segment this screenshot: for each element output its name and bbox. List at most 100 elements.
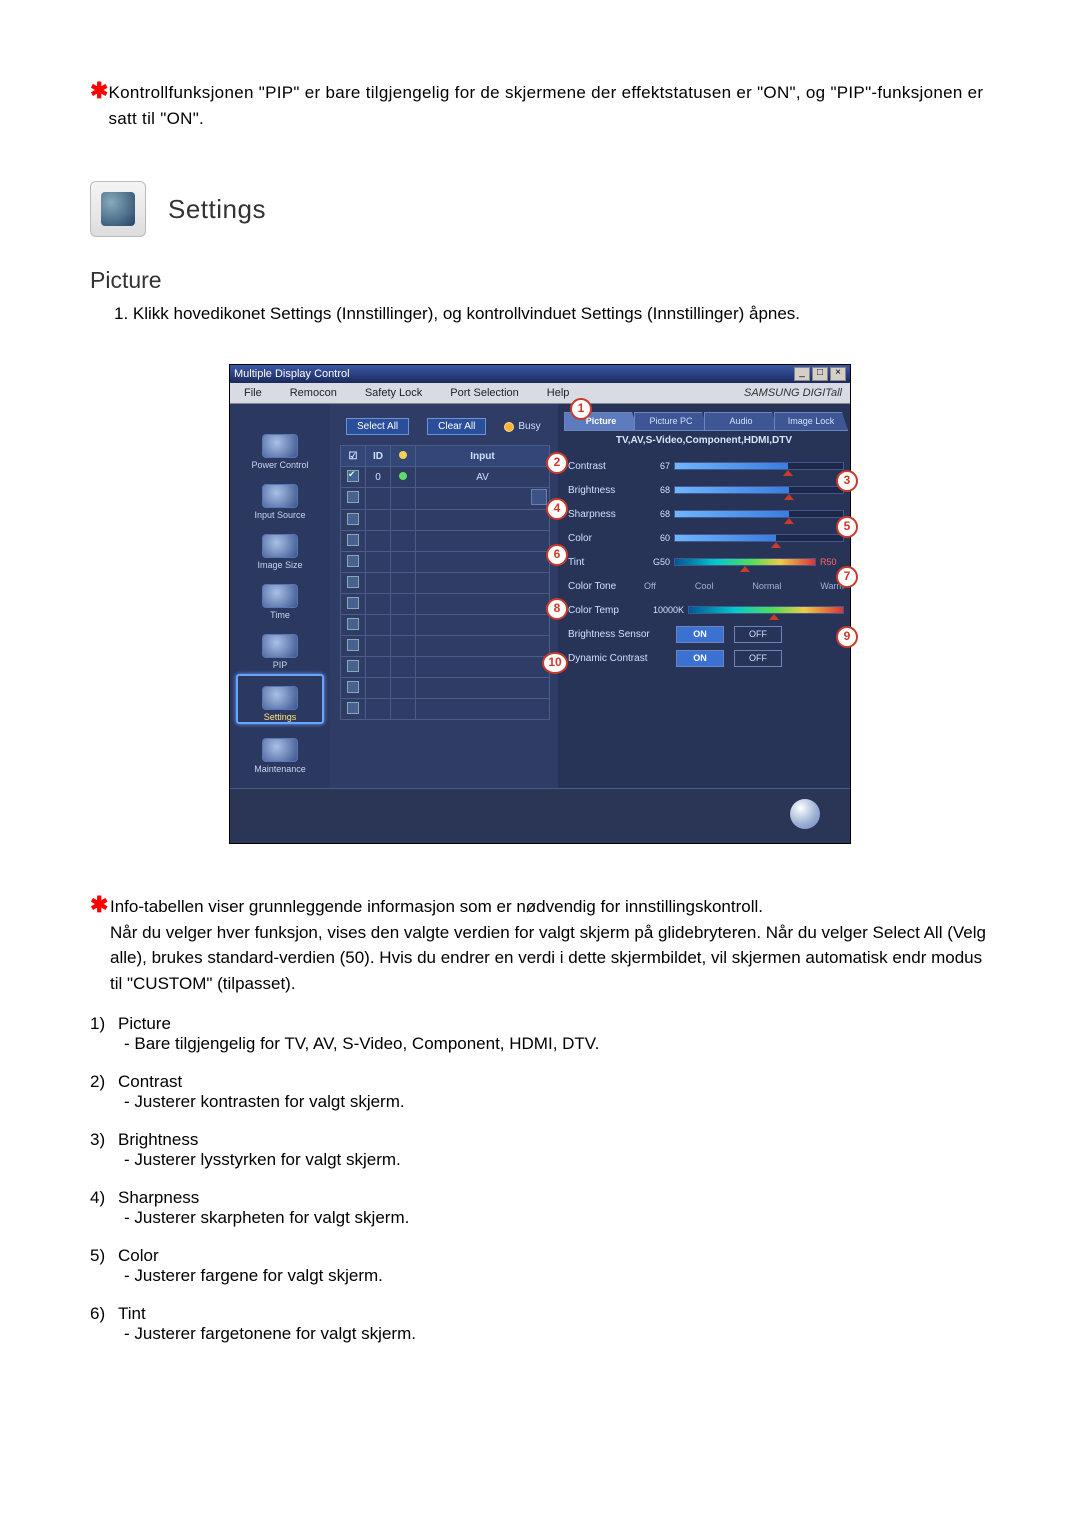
brightsensor-off[interactable]: OFF (734, 626, 782, 643)
tab-image-lock[interactable]: Image Lock (774, 412, 848, 431)
settings-icon (262, 686, 298, 710)
nav-input-source[interactable]: Input Source (238, 474, 322, 520)
menu-remocon[interactable]: Remocon (276, 387, 351, 399)
definitions-list: 1)Picture- Bare tilgjengelig for TV, AV,… (90, 1014, 990, 1344)
callout-1: 1 (570, 398, 592, 420)
clear-all-button[interactable]: Clear All (427, 418, 486, 435)
row-contrast: Contrast 67 (564, 454, 844, 478)
subsection-title: Picture (90, 267, 990, 294)
tint-slider[interactable] (674, 558, 816, 566)
def-item: 4)Sharpness- Justerer skarpheten for val… (90, 1188, 990, 1228)
menu-bar: File Remocon Safety Lock Port Selection … (230, 383, 850, 404)
left-nav: Power Control Input Source Image Size Ti… (230, 404, 330, 788)
section-header: Settings (90, 181, 990, 237)
nav-maintenance[interactable]: Maintenance (238, 728, 322, 774)
maximize-icon[interactable]: □ (812, 367, 828, 381)
brightsensor-on[interactable]: ON (676, 626, 724, 643)
row-brightness: Brightness 68 (564, 478, 844, 502)
section-title: Settings (168, 194, 266, 225)
colortone-off[interactable]: Off (644, 581, 656, 591)
colortone-normal[interactable]: Normal (752, 581, 781, 591)
nav-image-size[interactable]: Image Size (238, 524, 322, 570)
col-id: ID (366, 446, 391, 467)
row-color: Color 60 (564, 526, 844, 550)
info-orb-icon (790, 799, 820, 829)
menu-port-selection[interactable]: Port Selection (436, 387, 532, 399)
pip-icon (262, 634, 298, 658)
row-id: 0 (366, 467, 391, 488)
sharpness-slider[interactable] (674, 510, 844, 518)
table-row (341, 699, 550, 720)
top-note-row: ✱ Kontrollfunksjonen "PIP" er bare tilgj… (90, 80, 990, 131)
table-row (341, 573, 550, 594)
colortemp-slider[interactable] (688, 606, 844, 614)
table-row[interactable]: 0 AV (341, 467, 550, 488)
top-note-text: Kontrollfunksjonen "PIP" er bare tilgjen… (108, 80, 990, 131)
row-brightness-sensor: Brightness Sensor ON OFF (564, 622, 844, 646)
table-row (341, 510, 550, 531)
table-row (341, 636, 550, 657)
dyncontrast-on[interactable]: ON (676, 650, 724, 667)
def-item: 5)Color- Justerer fargene for valgt skje… (90, 1246, 990, 1286)
callout-9: 9 (836, 626, 858, 648)
row-checkbox[interactable] (347, 470, 359, 482)
nav-pip[interactable]: PIP (238, 624, 322, 670)
def-item: 3)Brightness- Justerer lysstyrken for va… (90, 1130, 990, 1170)
callout-6: 6 (546, 544, 568, 566)
power-icon (262, 434, 298, 458)
busy-led-icon (504, 422, 514, 432)
close-icon[interactable]: × (830, 367, 846, 381)
status-dot-icon (399, 451, 407, 459)
sources-line: TV,AV,S-Video,Component,HDMI,DTV (564, 435, 844, 446)
row-sharpness: Sharpness 68 (564, 502, 844, 526)
callout-5: 5 (836, 516, 858, 538)
minimize-icon[interactable]: _ (794, 367, 810, 381)
brightness-slider[interactable] (674, 486, 844, 494)
tab-audio[interactable]: Audio (704, 412, 778, 431)
scroll-up-icon[interactable] (531, 489, 547, 505)
center-panel: Select All Clear All Busy ☑ ID Input (330, 404, 558, 788)
row-color-temp: Color Temp 10000K (564, 598, 844, 622)
star-icon: ✱ (90, 80, 108, 131)
callout-10: 10 (542, 652, 568, 674)
row-status-icon (399, 472, 407, 480)
menu-file[interactable]: File (230, 387, 276, 399)
colortone-cool[interactable]: Cool (695, 581, 714, 591)
nav-settings[interactable]: Settings (236, 674, 324, 724)
info-note-text: Info-tabellen viser grunnleggende inform… (110, 894, 990, 996)
def-item: 2)Contrast- Justerer kontrasten for valg… (90, 1072, 990, 1112)
dyncontrast-off[interactable]: OFF (734, 650, 782, 667)
property-tabs: Picture Picture PC Audio Image Lock (564, 412, 844, 431)
def-item: 6)Tint- Justerer fargetonene for valgt s… (90, 1304, 990, 1344)
table-row (341, 615, 550, 636)
menu-help[interactable]: Help (533, 387, 584, 399)
col-input: Input (416, 446, 550, 467)
row-color-tone: Color Tone Off Cool Normal Warm (564, 574, 844, 598)
table-row (341, 488, 550, 510)
col-status (391, 446, 416, 467)
table-row (341, 657, 550, 678)
callout-8: 8 (546, 598, 568, 620)
window-title: Multiple Display Control (234, 368, 792, 380)
brand-label: SAMSUNG DIGITall (730, 387, 850, 399)
color-slider[interactable] (674, 534, 844, 542)
table-row (341, 552, 550, 573)
tab-picture-pc[interactable]: Picture PC (634, 412, 708, 431)
status-bar (230, 788, 850, 843)
callout-3: 3 (836, 470, 858, 492)
intro-line: 1. Klikk hovedikonet Settings (Innstilli… (114, 304, 990, 324)
time-icon (262, 584, 298, 608)
window-title-bar: Multiple Display Control _ □ × (230, 365, 850, 383)
contrast-slider[interactable] (674, 462, 844, 470)
table-row (341, 594, 550, 615)
col-check: ☑ (341, 446, 366, 467)
nav-time[interactable]: Time (238, 574, 322, 620)
menu-safety-lock[interactable]: Safety Lock (351, 387, 436, 399)
nav-power-control[interactable]: Power Control (238, 424, 322, 470)
row-tint: Tint G50 R50 (564, 550, 844, 574)
callout-7: 7 (836, 566, 858, 588)
row-input: AV (416, 467, 550, 488)
def-item: 1)Picture- Bare tilgjengelig for TV, AV,… (90, 1014, 990, 1054)
callout-2: 2 (546, 452, 568, 474)
select-all-button[interactable]: Select All (346, 418, 409, 435)
